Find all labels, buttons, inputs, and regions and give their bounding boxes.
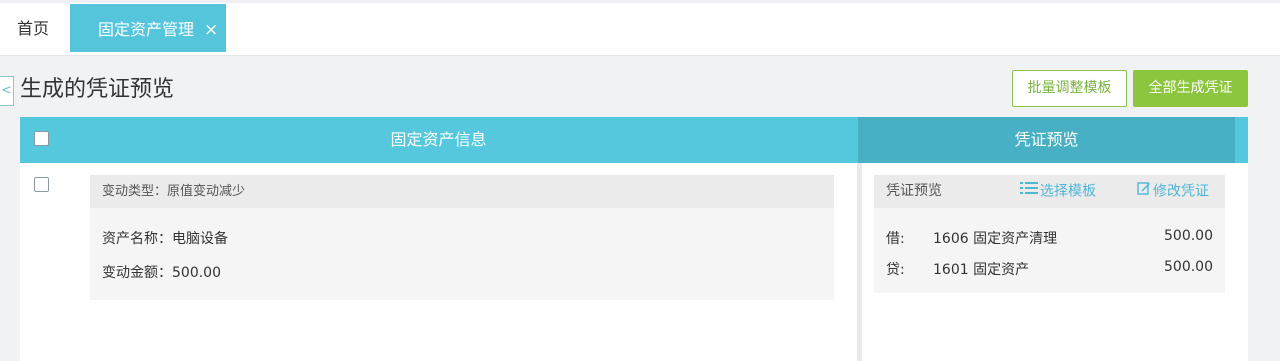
generate-all-vouchers-button[interactable]: 全部生成凭证: [1133, 70, 1248, 107]
edit-voucher-label: 修改凭证: [1153, 183, 1209, 200]
tab-label: 固定资产管理: [98, 20, 195, 39]
header-asset-info: 固定资产信息: [390, 130, 487, 149]
top-strip: [0, 0, 1280, 3]
entry-account: 1601 固定资产: [933, 262, 1030, 278]
close-icon[interactable]: ×: [204, 4, 218, 56]
edit-icon: [1137, 175, 1153, 208]
select-all-checkbox[interactable]: [34, 131, 49, 146]
asset-info-card: 变动类型：原值变动减少 资产名称：电脑设备 变动金额：500.00: [90, 175, 834, 300]
select-template-link[interactable]: 选择模板: [1020, 175, 1096, 209]
voucher-card-header: 凭证预览 选择模板 修改凭证: [874, 175, 1225, 208]
tab-bar: 首页 固定资产管理 ×: [0, 0, 1280, 56]
change-type: 变动类型：原值变动减少: [90, 175, 834, 208]
back-chevron-icon[interactable]: <: [0, 76, 14, 106]
entry-amount: 500.00: [1164, 259, 1213, 275]
tab-home[interactable]: 首页: [0, 4, 66, 52]
entry-account: 1606 固定资产清理: [933, 231, 1058, 247]
batch-adjust-template-button[interactable]: 批量调整模板: [1012, 70, 1127, 107]
edit-voucher-link[interactable]: 修改凭证: [1137, 175, 1209, 209]
voucher-entry-row: 贷: 1601 固定资产 500.00: [874, 259, 1225, 281]
voucher-card-title: 凭证预览: [886, 183, 942, 199]
select-template-label: 选择模板: [1040, 183, 1096, 200]
voucher-preview-card: 凭证预览 选择模板 修改凭证 借: 1606 固定资产清理 500.00 贷: …: [874, 175, 1225, 293]
voucher-entry-row: 借: 1606 固定资产清理 500.00: [874, 228, 1225, 250]
entry-direction: 贷:: [886, 262, 905, 278]
row-checkbox[interactable]: [34, 177, 49, 192]
change-amount: 变动金额：500.00: [102, 265, 221, 281]
entry-amount: 500.00: [1164, 228, 1213, 244]
list-icon: [1020, 175, 1040, 208]
page-title: 生成的凭证预览: [20, 77, 175, 102]
asset-name: 资产名称：电脑设备: [102, 231, 228, 247]
header-voucher-preview: 凭证预览: [858, 117, 1235, 163]
table-header: 固定资产信息 凭证预览: [20, 117, 1248, 163]
tab-fixed-asset-management[interactable]: 固定资产管理 ×: [70, 4, 226, 52]
entry-direction: 借:: [886, 231, 905, 247]
